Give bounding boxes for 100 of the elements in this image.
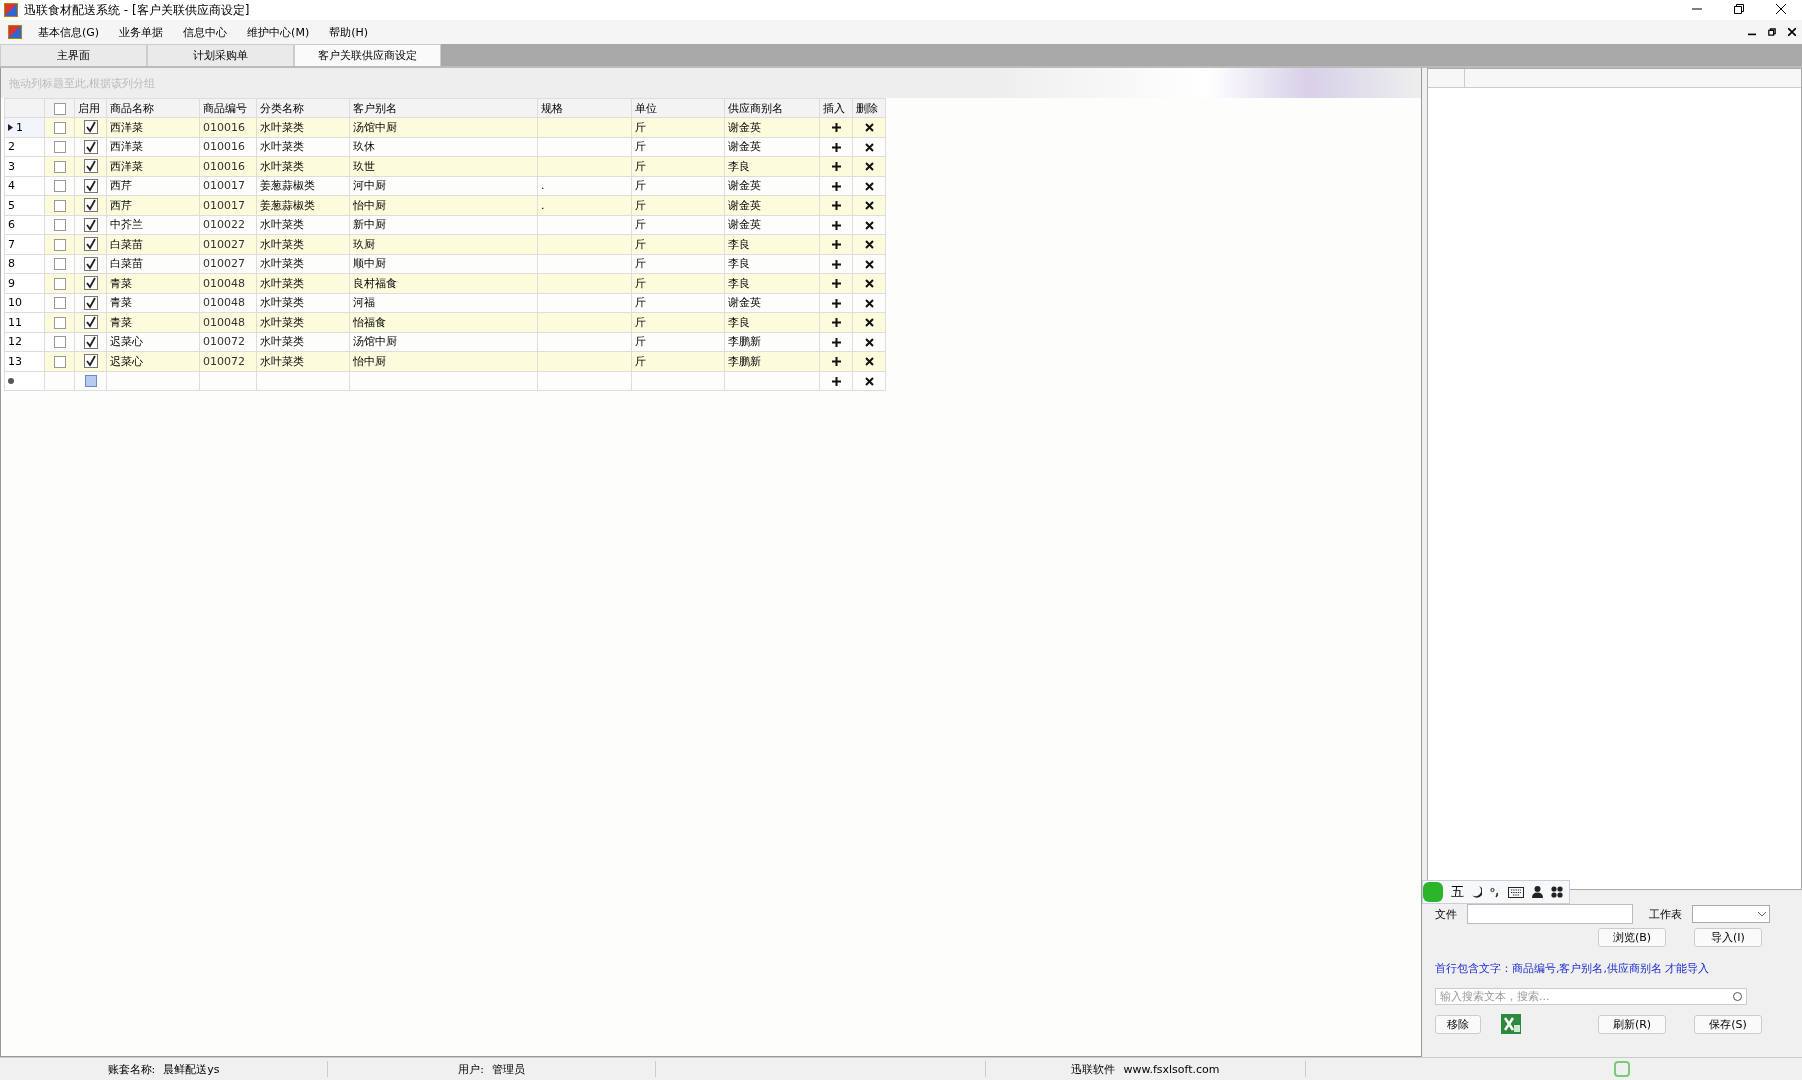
row-header[interactable]: 10: [4, 293, 45, 313]
insert-icon[interactable]: [831, 220, 841, 230]
delete-icon[interactable]: [864, 142, 874, 152]
insert-icon[interactable]: [831, 298, 841, 308]
column-header[interactable]: 启用: [74, 98, 107, 118]
save-button[interactable]: 保存(S): [1694, 1014, 1762, 1034]
close-icon[interactable]: [1776, 4, 1786, 14]
website-link[interactable]: www.fsxlsoft.com: [1123, 1062, 1220, 1076]
column-header[interactable]: 商品名称: [106, 98, 200, 118]
insert-icon[interactable]: [831, 318, 841, 328]
person-icon[interactable]: [1532, 886, 1543, 898]
insert-icon[interactable]: [831, 142, 841, 152]
moon-icon[interactable]: [1472, 886, 1482, 898]
delete-icon[interactable]: [864, 123, 874, 133]
row-header[interactable]: 7: [4, 234, 45, 254]
row-checkbox[interactable]: [53, 355, 66, 368]
menu-item[interactable]: 基本信息(G): [28, 24, 110, 40]
delete-icon[interactable]: [864, 162, 874, 172]
insert-icon[interactable]: [831, 337, 841, 347]
enabled-checkbox[interactable]: [83, 198, 98, 213]
enabled-checkbox[interactable]: [83, 139, 98, 154]
delete-icon[interactable]: [864, 318, 874, 328]
insert-icon[interactable]: [831, 240, 841, 250]
chevron-down-icon[interactable]: [1758, 911, 1766, 917]
row-header[interactable]: 6: [4, 215, 45, 235]
select-all-checkbox[interactable]: [53, 102, 66, 115]
insert-icon[interactable]: [831, 279, 841, 289]
import-button[interactable]: 导入(I): [1694, 928, 1762, 947]
row-checkbox[interactable]: [53, 258, 66, 271]
delete-icon[interactable]: [864, 357, 874, 367]
column-header[interactable]: 规格: [537, 98, 632, 118]
row-checkbox[interactable]: [53, 141, 66, 154]
row-checkbox[interactable]: [53, 336, 66, 349]
row-checkbox[interactable]: [53, 199, 66, 212]
column-header[interactable]: 插入: [819, 98, 853, 118]
row-header[interactable]: 11: [4, 312, 45, 332]
row-header[interactable]: 8: [4, 254, 45, 274]
delete-icon[interactable]: [864, 220, 874, 230]
delete-icon[interactable]: [864, 376, 874, 386]
tab[interactable]: 主界面: [0, 44, 147, 66]
row-header[interactable]: 9: [4, 273, 45, 293]
insert-icon[interactable]: [831, 181, 841, 191]
insert-icon[interactable]: [831, 376, 841, 386]
row-header[interactable]: 1: [4, 117, 45, 137]
delete-icon[interactable]: [864, 337, 874, 347]
refresh-button[interactable]: 刷新(R): [1598, 1014, 1666, 1034]
tab[interactable]: 客户关联供应商设定: [294, 44, 441, 66]
enabled-checkbox[interactable]: [83, 295, 98, 310]
enabled-checkbox[interactable]: [83, 334, 98, 349]
delete-icon[interactable]: [864, 279, 874, 289]
ime-mode-label[interactable]: 五: [1451, 883, 1464, 901]
enabled-checkbox[interactable]: [83, 256, 98, 271]
delete-icon[interactable]: [864, 298, 874, 308]
enabled-checkbox[interactable]: [83, 159, 98, 174]
ime-logo-icon[interactable]: [1423, 882, 1443, 902]
delete-icon[interactable]: [864, 259, 874, 269]
punctuation-icon[interactable]: [1490, 886, 1500, 898]
row-header[interactable]: 13: [4, 351, 45, 371]
new-row-checkbox-icon[interactable]: [84, 375, 97, 388]
menu-item[interactable]: 业务单据: [109, 24, 174, 40]
column-header[interactable]: 供应商别名: [724, 98, 820, 118]
row-checkbox[interactable]: [53, 238, 66, 251]
apps-icon[interactable]: [1551, 886, 1563, 898]
column-header[interactable]: 删除: [852, 98, 886, 118]
row-checkbox[interactable]: [53, 316, 66, 329]
column-header[interactable]: 单位: [631, 98, 725, 118]
enabled-checkbox[interactable]: [83, 178, 98, 193]
row-header[interactable]: 12: [4, 332, 45, 352]
insert-icon[interactable]: [831, 357, 841, 367]
delete-icon[interactable]: [864, 201, 874, 211]
row-checkbox[interactable]: [53, 297, 66, 310]
remove-button[interactable]: 移除: [1435, 1014, 1481, 1034]
spreadsheet-icon[interactable]: [1501, 1014, 1521, 1034]
row-header[interactable]: 5: [4, 195, 45, 215]
insert-icon[interactable]: [831, 201, 841, 211]
restore-icon[interactable]: [1734, 4, 1744, 14]
menu-item[interactable]: 帮助(H): [319, 24, 379, 40]
menu-item[interactable]: 维护中心(M): [237, 24, 320, 40]
enabled-checkbox[interactable]: [83, 354, 98, 369]
enabled-checkbox[interactable]: [83, 237, 98, 252]
row-header[interactable]: 2: [4, 137, 45, 157]
enabled-checkbox[interactable]: [83, 120, 98, 135]
row-checkbox[interactable]: [53, 121, 66, 134]
browse-button[interactable]: 浏览(B): [1598, 928, 1666, 947]
close-icon[interactable]: [1788, 27, 1796, 36]
column-header[interactable]: 分类名称: [256, 98, 350, 118]
enabled-checkbox[interactable]: [83, 276, 98, 291]
row-header[interactable]: 3: [4, 156, 45, 176]
row-checkbox[interactable]: [53, 160, 66, 173]
restore-icon[interactable]: [1768, 27, 1776, 36]
column-header[interactable]: 客户别名: [349, 98, 538, 118]
delete-icon[interactable]: [864, 240, 874, 250]
row-header[interactable]: 4: [4, 176, 45, 196]
enabled-checkbox[interactable]: [83, 217, 98, 232]
menu-item[interactable]: 信息中心: [173, 24, 238, 40]
row-checkbox[interactable]: [53, 180, 66, 193]
file-field[interactable]: [1467, 904, 1633, 924]
column-header[interactable]: 商品编号: [199, 98, 257, 118]
insert-icon[interactable]: [831, 123, 841, 133]
keyboard-icon[interactable]: [1508, 886, 1524, 898]
